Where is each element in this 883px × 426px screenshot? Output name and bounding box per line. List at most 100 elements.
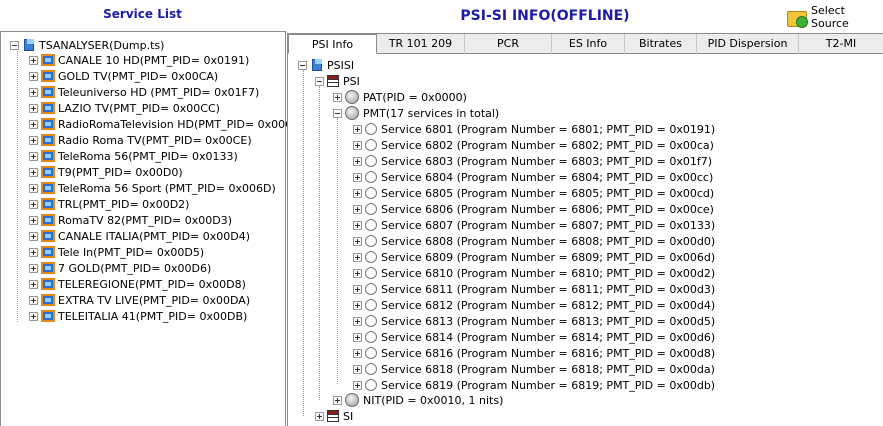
sphere-icon	[345, 90, 359, 104]
pmt-service-node[interactable]: Service 6802 (Program Number = 6802; PMT…	[353, 137, 714, 153]
expand-icon[interactable]	[353, 364, 362, 374]
tab-bitrates[interactable]: Bitrates	[625, 34, 697, 54]
pat-node[interactable]: PAT(PID = 0x0000)	[333, 89, 467, 105]
pmt-service-label: Service 6801 (Program Number = 6801; PMT…	[381, 122, 716, 136]
tab-tr-101-209[interactable]: TR 101 209	[377, 34, 465, 54]
expand-icon[interactable]	[353, 300, 362, 310]
expand-icon[interactable]	[353, 284, 362, 294]
expand-icon[interactable]	[29, 295, 38, 305]
tab-es-info[interactable]: ES Info	[552, 34, 625, 54]
expand-icon[interactable]	[353, 204, 362, 214]
expand-icon[interactable]	[29, 183, 38, 193]
expand-icon[interactable]	[29, 199, 38, 209]
expand-icon[interactable]	[315, 411, 324, 421]
pmt-service-node[interactable]: Service 6804 (Program Number = 6804; PMT…	[353, 169, 713, 185]
pmt-service-node[interactable]: Service 6813 (Program Number = 6813; PMT…	[353, 313, 715, 329]
expand-icon[interactable]	[29, 151, 38, 161]
service-list-item[interactable]: LAZIO TV(PMT_PID= 0x00CC)	[29, 100, 220, 116]
collapse-icon[interactable]	[333, 108, 342, 118]
expand-icon[interactable]	[29, 215, 38, 225]
expand-icon[interactable]	[29, 311, 38, 321]
expand-icon[interactable]	[29, 135, 38, 145]
service-tree-root[interactable]: TSANALYSER(Dump.ts)	[10, 37, 164, 53]
tab-pcr[interactable]: PCR	[465, 34, 552, 54]
nit-node-label: NIT(PID = 0x0010, 1 nits)	[363, 393, 504, 407]
tab-t2-mi[interactable]: T2-MI	[799, 34, 883, 54]
pmt-service-node[interactable]: Service 6808 (Program Number = 6808; PMT…	[353, 233, 715, 249]
service-list-item[interactable]: TRL(PMT_PID= 0x00D2)	[29, 196, 189, 212]
pmt-service-label: Service 6808 (Program Number = 6808; PMT…	[381, 234, 716, 248]
select-source-button[interactable]: Select Source	[786, 4, 883, 30]
expand-icon[interactable]	[29, 87, 38, 97]
service-list-item[interactable]: RomaTV 82(PMT_PID= 0x00D3)	[29, 212, 232, 228]
service-list-item[interactable]: Tele In(PMT_PID= 0x00D5)	[29, 244, 204, 260]
expand-icon[interactable]	[353, 236, 362, 246]
si-node[interactable]: SI	[315, 408, 353, 424]
expand-icon[interactable]	[29, 231, 38, 241]
expand-icon[interactable]	[29, 167, 38, 177]
pmt-service-node[interactable]: Service 6801 (Program Number = 6801; PMT…	[353, 121, 715, 137]
service-list-item[interactable]: CANALE ITALIA(PMT_PID= 0x00D4)	[29, 228, 250, 244]
tab-pid-dispersion[interactable]: PID Dispersion	[697, 34, 799, 54]
tab-psi-info[interactable]: PSI Info	[288, 34, 377, 54]
pmt-service-node[interactable]: Service 6819 (Program Number = 6819; PMT…	[353, 377, 715, 393]
pmt-service-node[interactable]: Service 6806 (Program Number = 6806; PMT…	[353, 201, 714, 217]
pmt-service-node[interactable]: Service 6810 (Program Number = 6810; PMT…	[353, 265, 715, 281]
expand-icon[interactable]	[29, 263, 38, 273]
pmt-service-node[interactable]: Service 6812 (Program Number = 6812; PMT…	[353, 297, 715, 313]
expand-icon[interactable]	[333, 92, 342, 102]
expand-icon[interactable]	[353, 348, 362, 358]
service-list-item[interactable]: TELEITALIA 41(PMT_PID= 0x00DB)	[29, 308, 247, 324]
service-list-item[interactable]: 7 GOLD(PMT_PID= 0x00D6)	[29, 260, 211, 276]
expand-icon[interactable]	[353, 220, 362, 230]
pmt-service-node[interactable]: Service 6807 (Program Number = 6807; PMT…	[353, 217, 715, 233]
service-list-item[interactable]: Radio Roma TV(PMT_PID= 0x00CE)	[29, 132, 252, 148]
expand-icon[interactable]	[29, 71, 38, 81]
collapse-icon[interactable]	[298, 60, 307, 70]
service-list-item[interactable]: TELEREGIONE(PMT_PID= 0x00D8)	[29, 276, 246, 292]
pmt-service-node[interactable]: Service 6814 (Program Number = 6814; PMT…	[353, 329, 715, 345]
expand-icon[interactable]	[29, 247, 38, 257]
service-list-item[interactable]: TeleRoma 56(PMT_PID= 0x0133)	[29, 148, 238, 164]
expand-icon[interactable]	[29, 103, 38, 113]
expand-icon[interactable]	[29, 279, 38, 289]
expand-icon[interactable]	[353, 140, 362, 150]
service-list-item[interactable]: CANALE 10 HD(PMT_PID= 0x0191)	[29, 52, 249, 68]
pmt-service-node[interactable]: Service 6809 (Program Number = 6809; PMT…	[353, 249, 715, 265]
service-list-item[interactable]: TeleRoma 56 Sport (PMT_PID= 0x006D)	[29, 180, 276, 196]
service-tree-root-label: TSANALYSER(Dump.ts)	[39, 38, 165, 52]
pmt-service-label: Service 6812 (Program Number = 6812; PMT…	[381, 298, 716, 312]
expand-icon[interactable]	[353, 156, 362, 166]
collapse-icon[interactable]	[315, 76, 324, 86]
collapse-icon[interactable]	[10, 40, 19, 50]
nit-node[interactable]: NIT(PID = 0x0010, 1 nits)	[333, 392, 503, 408]
pmt-service-node[interactable]: Service 6818 (Program Number = 6818; PMT…	[353, 361, 715, 377]
psisi-root-node[interactable]: PSISI	[298, 57, 354, 73]
service-list-item[interactable]: EXTRA TV LIVE(PMT_PID= 0x00DA)	[29, 292, 250, 308]
service-list-item[interactable]: GOLD TV(PMT_PID= 0x00CA)	[29, 68, 218, 84]
pmt-service-node[interactable]: Service 6816 (Program Number = 6816; PMT…	[353, 345, 715, 361]
expand-icon[interactable]	[353, 380, 362, 390]
service-list-item[interactable]: Teleuniverso HD (PMT_PID= 0x01F7)	[29, 84, 259, 100]
pmt-service-label: Service 6805 (Program Number = 6805; PMT…	[381, 186, 715, 200]
expand-icon[interactable]	[353, 332, 362, 342]
expand-icon[interactable]	[353, 268, 362, 278]
psi-node[interactable]: PSI	[315, 73, 360, 89]
expand-icon[interactable]	[353, 188, 362, 198]
expand-icon[interactable]	[353, 172, 362, 182]
pmt-service-node[interactable]: Service 6811 (Program Number = 6811; PMT…	[353, 281, 715, 297]
tv-icon	[41, 86, 55, 98]
expand-icon[interactable]	[29, 119, 38, 129]
service-list-item[interactable]: T9(PMT_PID= 0x00D0)	[29, 164, 183, 180]
expand-icon[interactable]	[353, 124, 362, 134]
expand-icon[interactable]	[333, 395, 342, 405]
circle-icon	[365, 283, 377, 295]
pmt-service-node[interactable]: Service 6803 (Program Number = 6803; PMT…	[353, 153, 712, 169]
expand-icon[interactable]	[353, 316, 362, 326]
service-list-item[interactable]: RadioRomaTelevision HD(PMT_PID= 0x00CD)	[29, 116, 306, 132]
expand-icon[interactable]	[29, 55, 38, 65]
pmt-node[interactable]: PMT(17 services in total)	[333, 105, 499, 121]
pmt-service-node[interactable]: Service 6805 (Program Number = 6805; PMT…	[353, 185, 714, 201]
pmt-service-label: Service 6814 (Program Number = 6814; PMT…	[381, 330, 716, 344]
expand-icon[interactable]	[353, 252, 362, 262]
